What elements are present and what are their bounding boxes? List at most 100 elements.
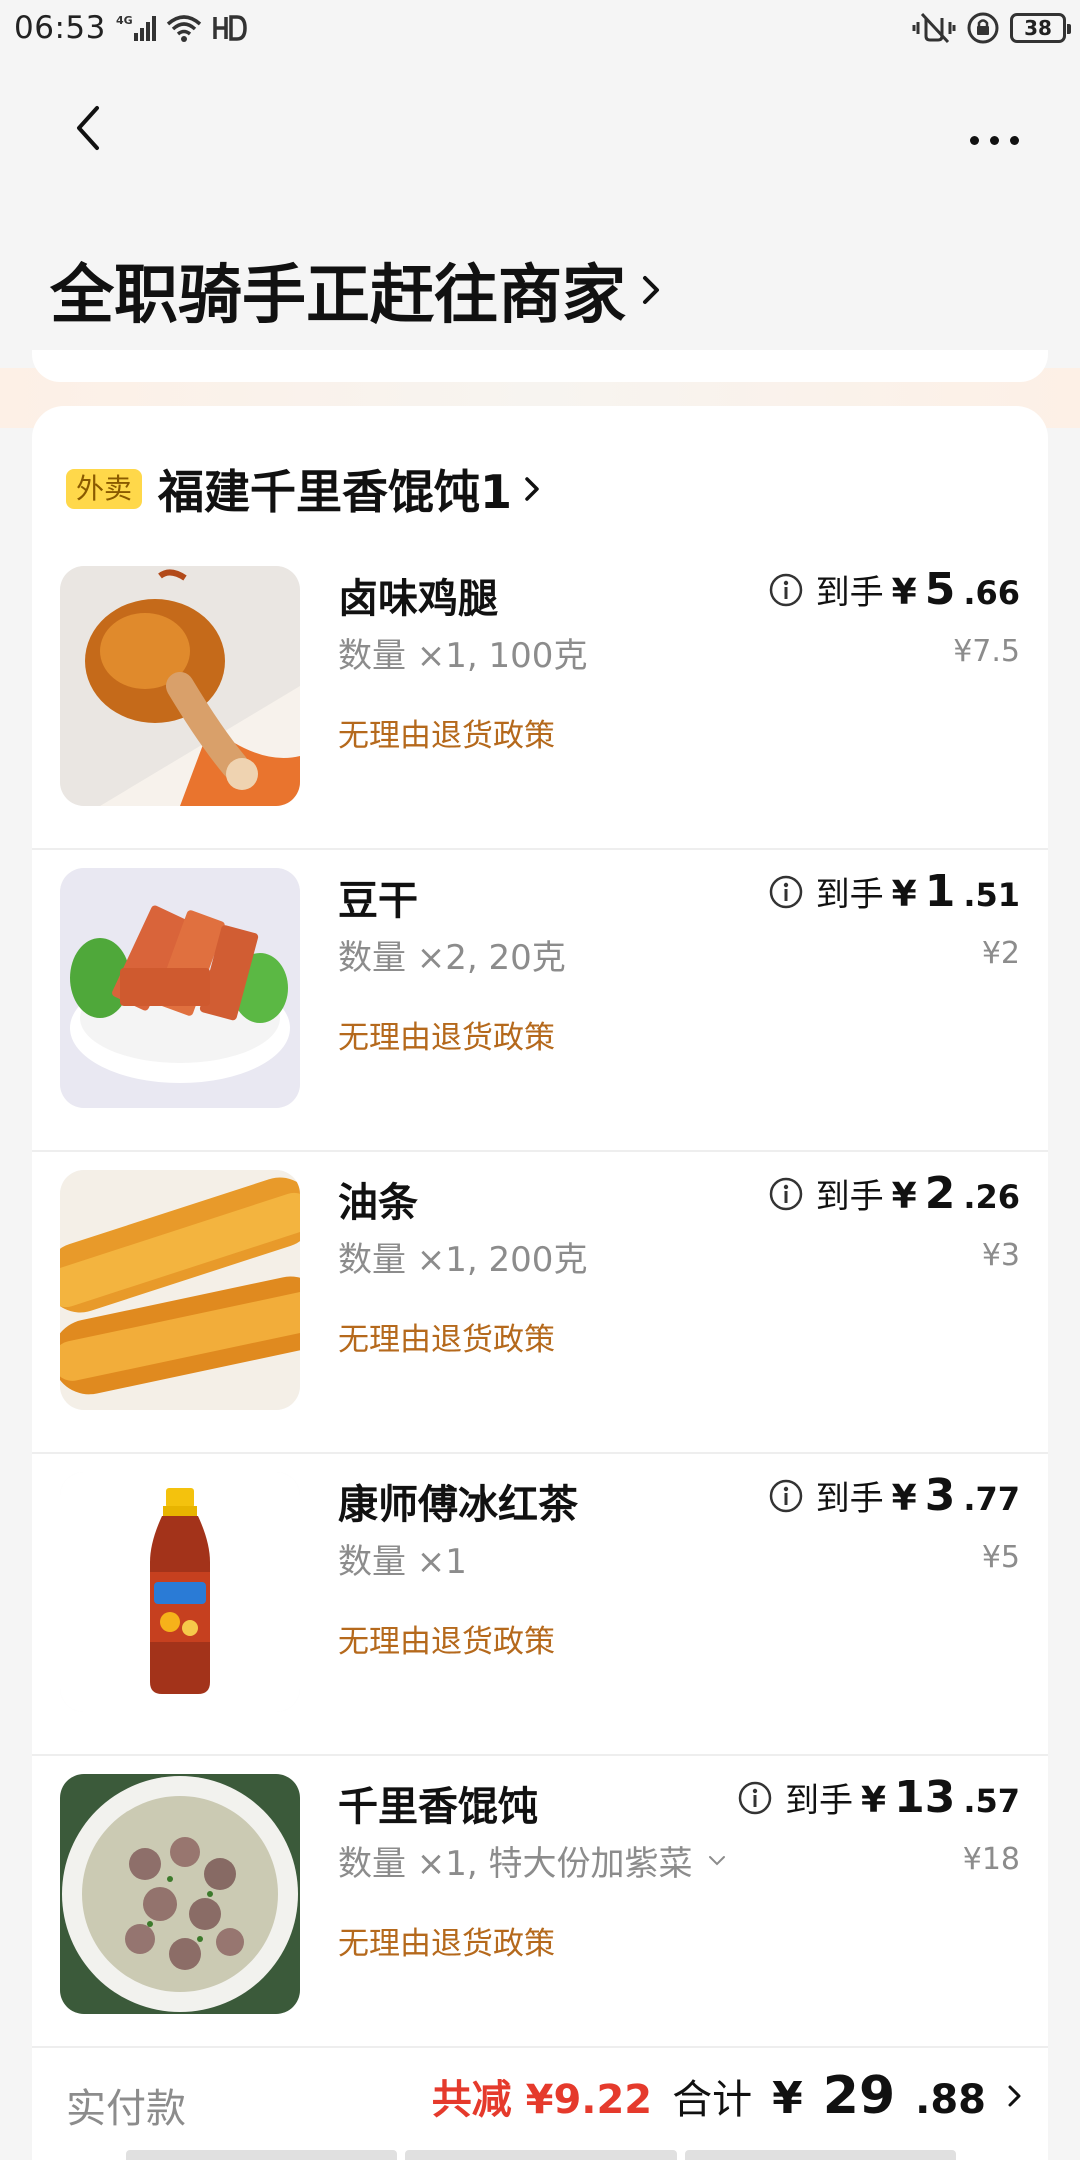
price-prefix: 到手 xyxy=(785,1781,854,1821)
status-time: 06:53 xyxy=(14,10,106,46)
price-prefix: 到手 xyxy=(815,875,884,915)
price-prefix: 到手 xyxy=(815,1177,884,1217)
status-bar: 06:53 4G 38 xyxy=(0,0,1080,56)
page-title-text: 全职骑手正赶往商家 xyxy=(50,259,626,333)
list-item[interactable]: 千里香馄饨 数量 ×1, 特大份加紫菜 无理由退货政策 到手 ¥ 13 .57 … xyxy=(32,1756,1048,2058)
item-final-price: 到手 ¥ 1 .51 xyxy=(768,866,1020,917)
item-name: 卤味鸡腿 xyxy=(338,576,498,622)
item-quantity-text: 数量 ×1, 特大份加紫菜 xyxy=(338,1844,693,1884)
item-quantity: 数量 ×1, 200克 xyxy=(338,1240,588,1280)
item-final-price: 到手 ¥ 5 .66 xyxy=(768,564,1020,615)
battery-indicator: 38 xyxy=(1010,13,1071,43)
item-name: 豆干 xyxy=(338,878,418,924)
back-arrow-icon xyxy=(77,106,99,150)
item-image xyxy=(60,1170,300,1410)
price-decimal: .77 xyxy=(963,1480,1020,1518)
list-item[interactable]: 豆干 数量 ×2, 20克 无理由退货政策 到手 ¥ 1 .51 ¥2 xyxy=(32,850,1048,1152)
card-peek xyxy=(684,2150,956,2160)
item-image xyxy=(60,1774,300,2014)
original-price: ¥7.5 xyxy=(953,634,1020,669)
original-price: ¥2 xyxy=(981,936,1020,971)
item-quantity: 数量 ×2, 20克 xyxy=(338,938,566,978)
item-quantity-dropdown[interactable]: 数量 ×1, 特大份加紫菜 xyxy=(338,1836,727,1885)
status-bar-right: 38 xyxy=(912,11,1071,45)
return-policy-link[interactable]: 无理由退货政策 xyxy=(338,1616,555,1661)
price-decimal: .51 xyxy=(963,876,1020,914)
more-dot-icon xyxy=(989,135,999,145)
order-card: 外卖 福建千里香馄饨1 卤味鸡腿 数量 ×1, 100克 无理由退货政策 到手 … xyxy=(32,406,1048,2160)
iced-tea-bottle-image xyxy=(60,1472,300,1712)
more-dot-icon xyxy=(969,135,979,145)
price-currency: ¥ xyxy=(891,874,917,915)
top-card-edge xyxy=(32,350,1048,382)
original-price: ¥18 xyxy=(962,1842,1020,1877)
info-icon[interactable] xyxy=(768,1478,804,1514)
chevron-right-icon xyxy=(1006,2081,1024,2111)
totals-right: 共减 ¥9.22 合计 ¥ 29 .88 xyxy=(432,2066,1024,2126)
return-policy-link[interactable]: 无理由退货政策 xyxy=(338,1918,555,1963)
bottom-card-peek xyxy=(126,2150,956,2160)
price-prefix: 到手 xyxy=(815,573,884,613)
price-decimal: .66 xyxy=(963,574,1020,612)
payment-summary[interactable]: 实付款 共减 ¥9.22 合计 ¥ 29 .88 xyxy=(32,2046,1048,2160)
fried-dough-image xyxy=(60,1170,300,1410)
item-name: 千里香馄饨 xyxy=(338,1784,538,1830)
price-currency: ¥ xyxy=(891,1478,917,1519)
price-integer: 1 xyxy=(924,866,956,917)
list-item[interactable]: 油条 数量 ×1, 200克 无理由退货政策 到手 ¥ 2 .26 ¥3 xyxy=(32,1152,1048,1454)
info-icon[interactable] xyxy=(737,1780,773,1816)
total-integer: 29 xyxy=(822,2066,896,2126)
item-image xyxy=(60,868,300,1108)
more-dot-icon xyxy=(1009,135,1019,145)
status-bar-left: 06:53 4G xyxy=(14,10,248,46)
return-policy-link[interactable]: 无理由退货政策 xyxy=(338,710,555,755)
return-policy-link[interactable]: 无理由退货政策 xyxy=(338,1012,555,1057)
item-name: 康师傅冰红茶 xyxy=(338,1482,578,1528)
list-item[interactable]: 康师傅冰红茶 数量 ×1 无理由退货政策 到手 ¥ 3 .77 ¥5 xyxy=(32,1454,1048,1756)
price-decimal: .57 xyxy=(963,1782,1020,1820)
total-discount: 共减 ¥9.22 xyxy=(431,2077,653,2123)
list-item[interactable]: 卤味鸡腿 数量 ×1, 100克 无理由退货政策 到手 ¥ 5 .66 ¥7.5 xyxy=(32,548,1048,850)
item-image xyxy=(60,566,300,806)
item-list: 卤味鸡腿 数量 ×1, 100克 无理由退货政策 到手 ¥ 5 .66 ¥7.5 xyxy=(32,548,1048,2058)
price-integer: 5 xyxy=(924,564,956,615)
info-icon[interactable] xyxy=(768,874,804,910)
price-integer: 13 xyxy=(894,1772,956,1823)
store-name: 福建千里香馄饨1 xyxy=(158,456,542,522)
total-decimal: .88 xyxy=(915,2077,986,2123)
store-name-text: 福建千里香馄饨1 xyxy=(158,465,513,519)
item-image xyxy=(60,1472,300,1712)
info-icon[interactable] xyxy=(768,572,804,608)
return-policy-link[interactable]: 无理由退货政策 xyxy=(338,1314,555,1359)
more-options-button[interactable] xyxy=(954,110,1034,170)
price-integer: 3 xyxy=(924,1470,956,1521)
total-label: 合计 xyxy=(672,2077,753,2123)
paid-amount-label: 实付款 xyxy=(66,2086,186,2132)
order-status-title[interactable]: 全职骑手正赶往商家 xyxy=(50,244,662,336)
price-currency: ¥ xyxy=(861,1780,887,1821)
store-header[interactable]: 外卖 福建千里香馄饨1 xyxy=(66,456,542,522)
chevron-right-icon xyxy=(525,477,539,501)
wonton-soup-image xyxy=(60,1774,300,2014)
item-final-price: 到手 ¥ 2 .26 xyxy=(768,1168,1020,1219)
hd-icon xyxy=(212,13,248,43)
chevron-right-icon xyxy=(640,270,662,310)
item-final-price: 到手 ¥ 3 .77 xyxy=(768,1470,1020,1521)
item-quantity: 数量 ×1, 100克 xyxy=(338,636,588,676)
info-icon[interactable] xyxy=(768,1176,804,1212)
price-prefix: 到手 xyxy=(815,1479,884,1519)
item-final-price: 到手 ¥ 13 .57 xyxy=(737,1772,1020,1823)
chevron-down-icon xyxy=(708,1855,725,1865)
vibrate-mute-icon xyxy=(912,12,956,44)
item-quantity: 数量 ×1 xyxy=(338,1542,467,1582)
chicken-leg-image xyxy=(60,566,300,806)
price-decimal: .26 xyxy=(963,1178,1020,1216)
back-button[interactable] xyxy=(58,98,118,158)
signal-icon: 4G xyxy=(116,13,156,43)
lock-rotation-icon xyxy=(966,11,1000,45)
dried-tofu-image xyxy=(60,868,300,1108)
card-peek xyxy=(405,2150,677,2160)
price-currency: ¥ xyxy=(891,572,917,613)
wifi-icon xyxy=(166,14,202,42)
price-currency: ¥ xyxy=(891,1176,917,1217)
